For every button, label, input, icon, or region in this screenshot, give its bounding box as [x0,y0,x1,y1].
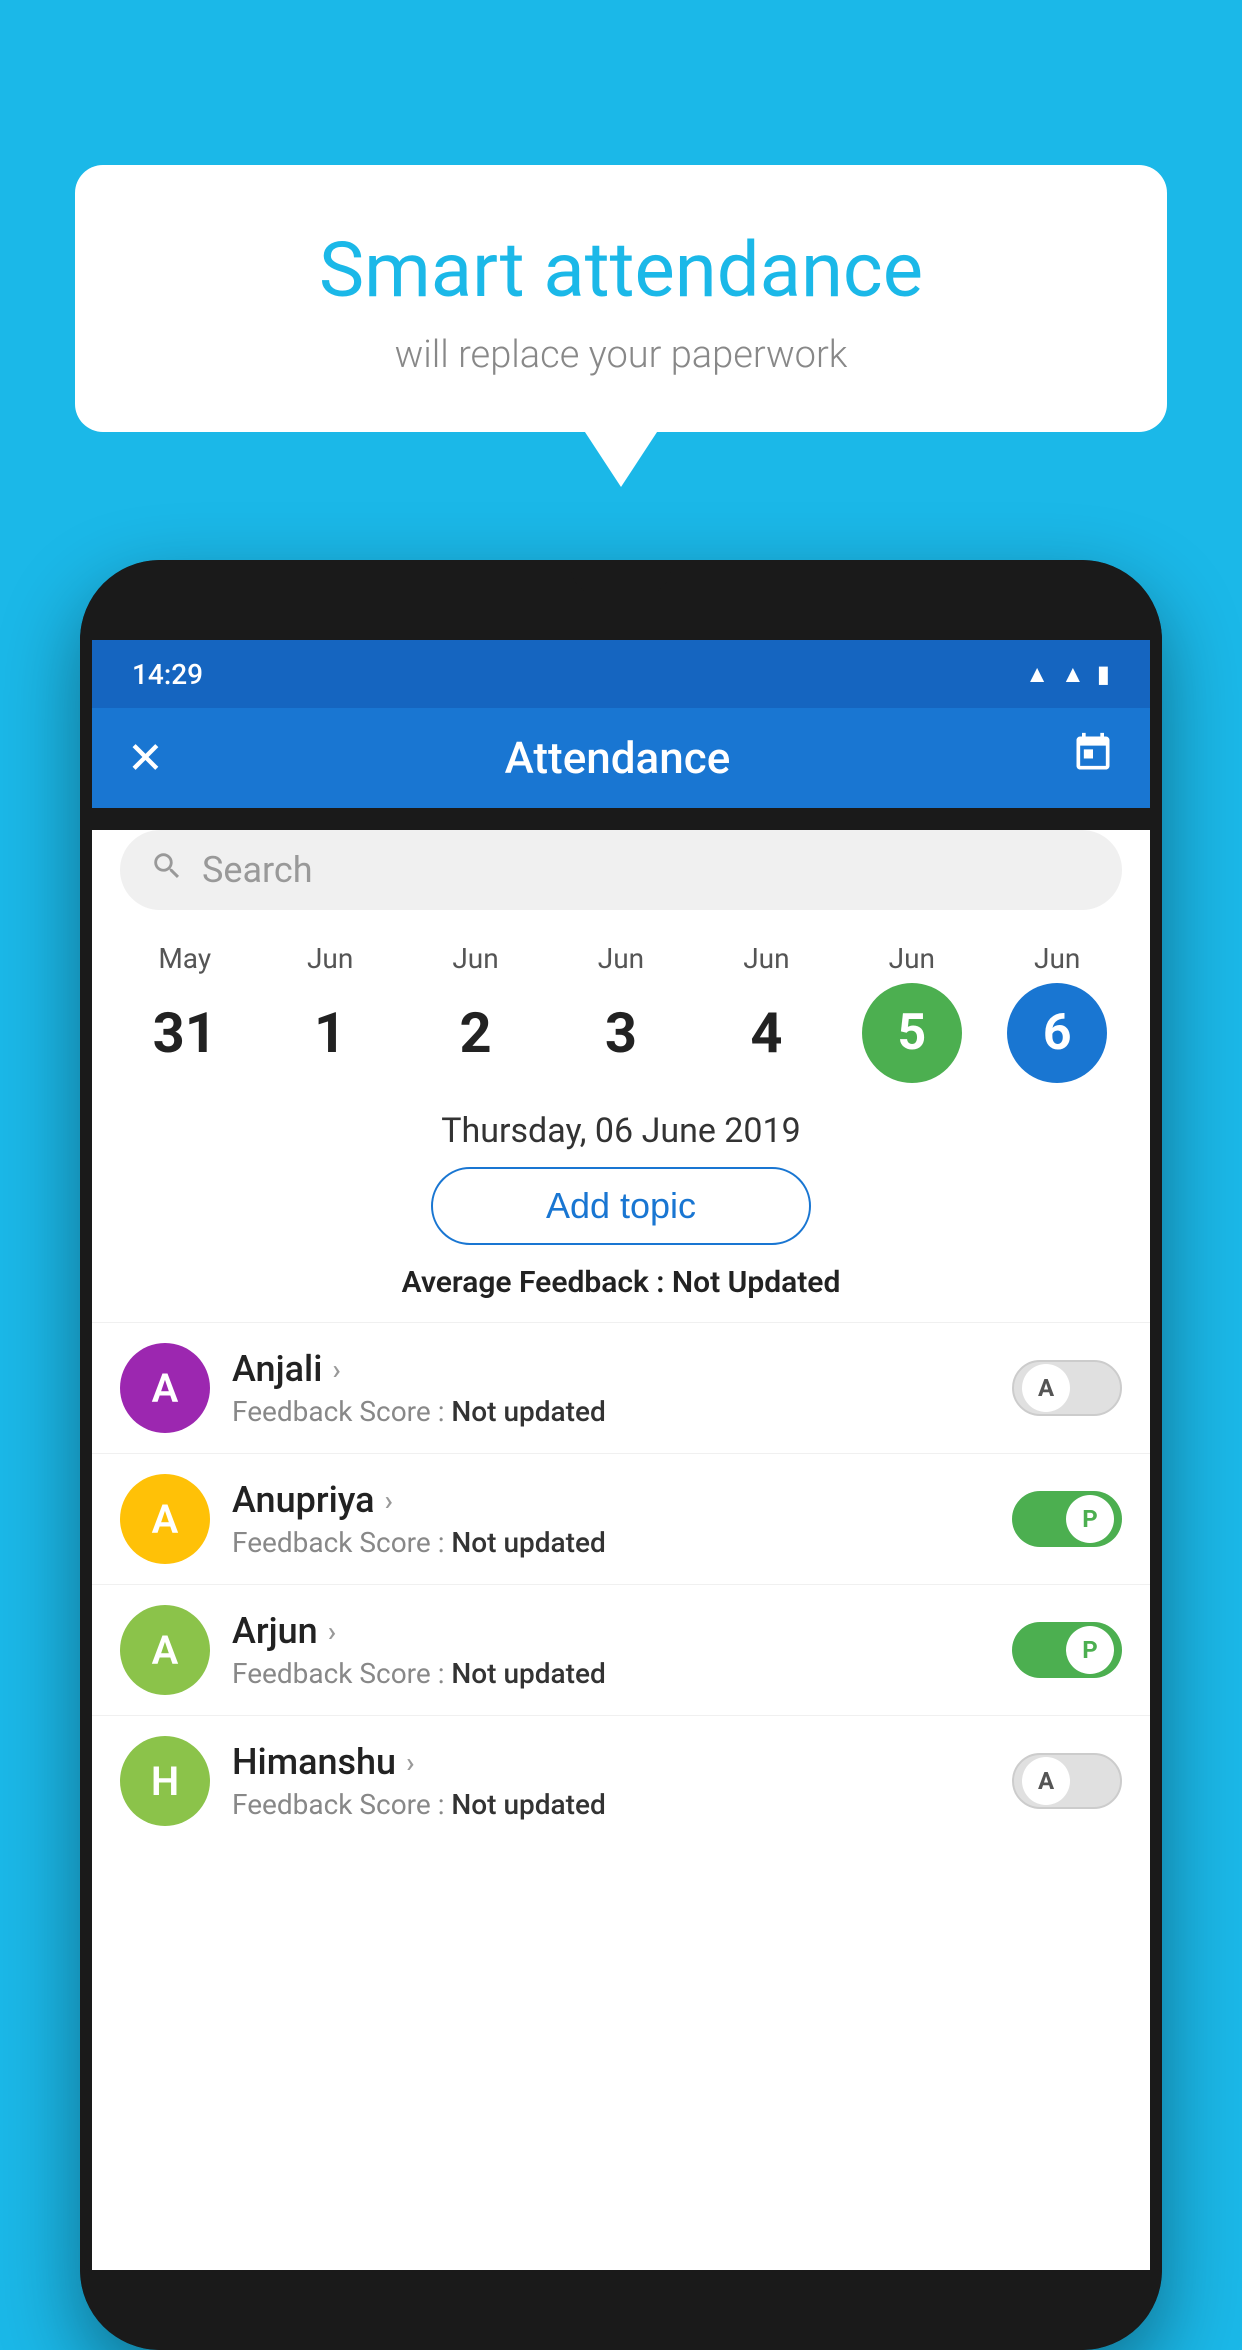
avatar: A [120,1343,210,1433]
chevron-icon: › [328,1615,336,1648]
status-bar: 14:29 ▲ ▲ ▮ [92,640,1150,708]
feedback-score: Feedback Score : Not updated [232,1395,990,1428]
avg-feedback-label: Average Feedback : [402,1265,665,1300]
student-item[interactable]: A Anupriya › Feedback Score : Not updated P [92,1453,1150,1584]
status-time: 14:29 [132,658,203,691]
cal-month-label: Jun [889,942,935,975]
student-name: Anjali › [232,1348,990,1390]
avatar: A [120,1474,210,1564]
toggle-container[interactable]: A [1012,1360,1122,1416]
status-icons: ▲ ▲ ▮ [1025,660,1110,689]
student-info: Anjali › Feedback Score : Not updated [232,1348,990,1428]
phone-container: 14:29 ▲ ▲ ▮ ✕ Attendance [80,560,1162,2208]
avatar: H [120,1736,210,1826]
calendar-column[interactable]: May 31 [130,942,240,1083]
search-icon [150,849,184,892]
attendance-toggle[interactable]: A [1012,1360,1122,1416]
chevron-icon: › [406,1746,414,1779]
cal-month-label: Jun [1034,942,1080,975]
calendar-column[interactable]: Jun 1 [275,942,385,1083]
student-name: Himanshu › [232,1741,990,1783]
phone-bottom [80,2270,1162,2350]
cal-month-label: May [158,942,211,975]
add-topic-button[interactable]: Add topic [431,1167,811,1245]
toggle-container[interactable]: P [1012,1491,1122,1547]
calendar-column[interactable]: Jun 5 [857,942,967,1083]
calendar-button[interactable] [1071,731,1115,786]
cal-month-label: Jun [598,942,644,975]
toggle-circle: P [1066,1495,1114,1543]
toggle-circle: P [1066,1626,1114,1674]
cal-day-number: 4 [716,983,816,1083]
toggle-circle: A [1022,1757,1070,1805]
close-button[interactable]: ✕ [127,732,164,784]
student-list: AAnjali ›Feedback Score : Not updatedAAA… [92,1322,1150,1846]
attendance-toggle[interactable]: P [1012,1622,1122,1678]
cal-day-number: 2 [426,983,526,1083]
toggle-circle: A [1022,1364,1070,1412]
wifi-icon: ▲ [1025,660,1049,689]
student-info: Arjun › Feedback Score : Not updated [232,1610,990,1690]
cal-month-label: Jun [307,942,353,975]
signal-icon: ▲ [1061,660,1085,689]
cal-day-number: 5 [862,983,962,1083]
cal-day-number: 6 [1007,983,1107,1083]
chevron-icon: › [385,1484,393,1517]
top-bar: ✕ Attendance [92,708,1150,808]
selected-date: Thursday, 06 June 2019 [92,1111,1150,1151]
bubble-subtitle: will replace your paperwork [125,333,1117,377]
calendar-strip: May 31 Jun 1 Jun 2 Jun 3 Jun 4 Jun 5 Jun 6 [92,932,1150,1093]
calendar-column[interactable]: Jun 6 [1002,942,1112,1083]
calendar-column[interactable]: Jun 2 [421,942,531,1083]
student-item[interactable]: A Arjun › Feedback Score : Not updated P [92,1584,1150,1715]
feedback-score: Feedback Score : Not updated [232,1657,990,1690]
avg-feedback: Average Feedback : Not Updated [92,1265,1150,1300]
attendance-toggle[interactable]: A [1012,1753,1122,1809]
chevron-icon: › [332,1353,340,1386]
phone: 14:29 ▲ ▲ ▮ ✕ Attendance [80,560,1162,2350]
calendar-column[interactable]: Jun 3 [566,942,676,1083]
avatar: A [120,1605,210,1695]
avg-feedback-value: Not Updated [672,1265,840,1300]
page-title: Attendance [505,732,731,784]
phone-top [80,560,1162,640]
speech-bubble: Smart attendance will replace your paper… [75,165,1167,432]
notch [571,560,671,595]
feedback-score: Feedback Score : Not updated [232,1788,990,1821]
student-item[interactable]: A Anjali › Feedback Score : Not updated A [92,1322,1150,1453]
phone-screen: 14:29 ▲ ▲ ▮ ✕ Attendance [92,640,1150,2270]
student-name: Arjun › [232,1610,990,1652]
toggle-container[interactable]: A [1012,1753,1122,1809]
cal-day-number: 1 [280,983,380,1083]
toggle-container[interactable]: P [1012,1622,1122,1678]
student-info: Himanshu › Feedback Score : Not updated [232,1741,990,1821]
calendar-column[interactable]: Jun 4 [711,942,821,1083]
bubble-title: Smart attendance [125,225,1117,315]
student-name: Anupriya › [232,1479,990,1521]
feedback-score: Feedback Score : Not updated [232,1526,990,1559]
battery-icon: ▮ [1097,660,1110,688]
cal-month-label: Jun [452,942,498,975]
attendance-toggle[interactable]: P [1012,1491,1122,1547]
phone-content: Search May 31 Jun 1 Jun 2 Jun 3 Jun 4 Jun 5 Jun 6 Thu… [92,830,1150,2270]
cal-month-label: Jun [743,942,789,975]
cal-day-number: 3 [571,983,671,1083]
search-bar[interactable]: Search [120,830,1122,910]
cal-day-number: 31 [135,983,235,1083]
search-placeholder: Search [202,849,313,891]
student-info: Anupriya › Feedback Score : Not updated [232,1479,990,1559]
student-item[interactable]: H Himanshu › Feedback Score : Not updated A [92,1715,1150,1846]
